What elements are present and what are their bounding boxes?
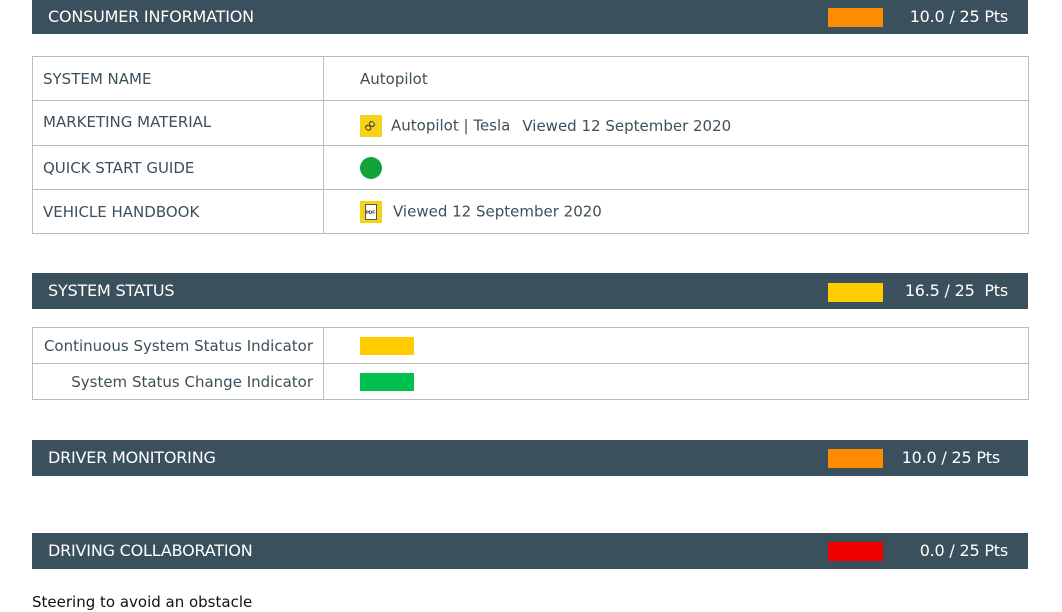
link-icon[interactable]: ∞ (358, 114, 382, 138)
row-label: Continuous System Status Indicator (32, 327, 324, 364)
indicator-cell (323, 327, 1029, 364)
consumer-information-table: SYSTEM NAME Autopilot MARKETING MATERIAL… (32, 56, 1029, 234)
viewed-date: Viewed 12 September 2020 (522, 116, 732, 135)
table-row: SYSTEM NAME Autopilot (32, 56, 1029, 101)
pdf-icon[interactable]: PDF (360, 200, 382, 223)
system-status-table: Continuous System Status Indicator Syste… (32, 327, 1029, 400)
row-label: QUICK START GUIDE (32, 145, 324, 190)
score-color-swatch (828, 8, 883, 27)
section-title: DRIVER MONITORING (48, 448, 216, 467)
driver-monitoring-header: DRIVER MONITORING 10.0 / 25 Pts (32, 440, 1028, 476)
status-change-indicator (360, 372, 414, 391)
table-row: QUICK START GUIDE (32, 145, 1029, 190)
score-text: 10.0 / 25 Pts (901, 448, 1000, 467)
viewed-date: Viewed 12 September 2020 (393, 202, 602, 220)
table-row: System Status Change Indicator (32, 363, 1029, 400)
driving-collaboration-header: DRIVING COLLABORATION 0.0 / 25 Pts (32, 533, 1028, 569)
table-row: VEHICLE HANDBOOK PDF Viewed 12 September … (32, 189, 1029, 234)
vehicle-handbook-cell: PDF Viewed 12 September 2020 (323, 189, 1029, 234)
section-title: DRIVING COLLABORATION (48, 541, 253, 560)
system-name-value: Autopilot (323, 56, 1029, 101)
score-color-swatch (828, 283, 883, 302)
score-color-swatch (828, 449, 883, 468)
table-row: MARKETING MATERIAL ∞ Autopilot | Tesla Vie… (32, 100, 1029, 146)
green-dot-icon (360, 156, 382, 179)
quick-start-guide-cell (323, 145, 1029, 190)
indicator-cell (323, 363, 1029, 400)
section-title: CONSUMER INFORMATION (48, 7, 254, 26)
score-text: 10.0 / 25 Pts (909, 7, 1008, 26)
score-text: 0.0 / 25 Pts (919, 541, 1009, 560)
marketing-link[interactable]: Autopilot | Tesla (391, 117, 510, 135)
continuous-status-indicator (360, 336, 414, 355)
score-color-swatch (828, 542, 883, 561)
table-row: Continuous System Status Indicator (32, 327, 1029, 364)
row-label: SYSTEM NAME (32, 56, 324, 101)
score-text: 16.5 / 25 Pts (904, 281, 1008, 300)
row-label: VEHICLE HANDBOOK (32, 189, 324, 234)
consumer-information-header: CONSUMER INFORMATION 10.0 / 25 Pts (32, 0, 1028, 34)
marketing-material-cell: ∞ Autopilot | Tesla Viewed 12 September 20… (323, 100, 1029, 146)
system-status-header: SYSTEM STATUS 16.5 / 25 Pts (32, 273, 1028, 309)
section-title: SYSTEM STATUS (48, 281, 175, 300)
row-label: MARKETING MATERIAL (32, 100, 324, 146)
row-label: System Status Change Indicator (32, 363, 324, 400)
subsection-heading: Steering to avoid an obstacle (32, 593, 253, 611)
